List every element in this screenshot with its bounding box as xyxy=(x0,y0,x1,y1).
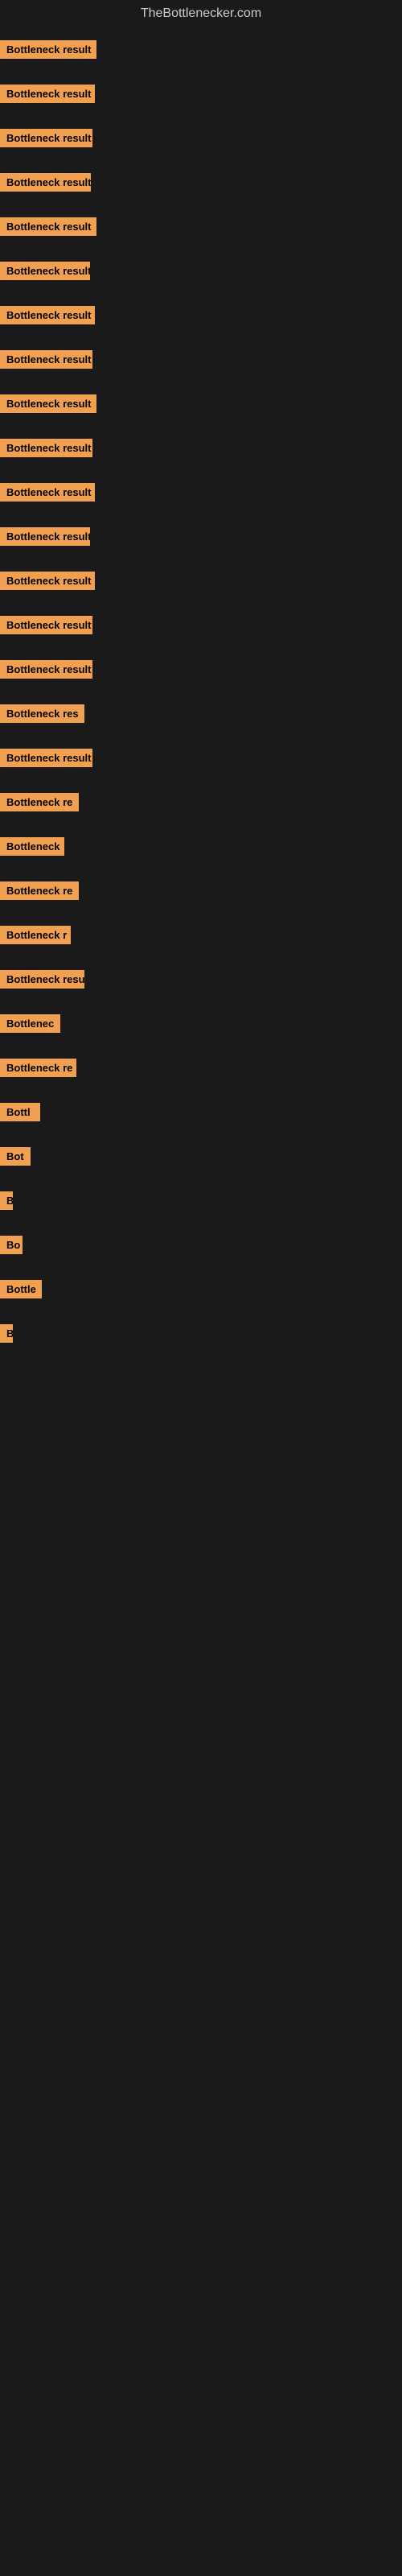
bottleneck-label: Bottleneck result xyxy=(0,660,92,679)
bar-row: Bot xyxy=(0,1134,402,1179)
bottleneck-label: Bottleneck result xyxy=(0,527,90,546)
bar-row: Bottleneck result xyxy=(0,736,402,780)
bottleneck-label: Bottleneck resu xyxy=(0,970,84,989)
bar-row: Bottle xyxy=(0,1267,402,1311)
bar-row: Bottleneck re xyxy=(0,869,402,913)
bar-row: Bottleneck r xyxy=(0,913,402,957)
bottleneck-bar: Bottleneck r xyxy=(0,918,402,952)
bar-row: Bottleneck result xyxy=(0,470,402,514)
bar-row: Bottleneck xyxy=(0,824,402,869)
bottleneck-bar: Bottleneck result xyxy=(0,475,402,510)
bottleneck-bar: Bottleneck result xyxy=(0,32,402,67)
bar-row: Bo xyxy=(0,1223,402,1267)
bottleneck-bar: B xyxy=(0,1316,402,1351)
bar-row: B xyxy=(0,1179,402,1223)
bottleneck-bar: Bottleneck result xyxy=(0,386,402,421)
bar-row: Bottleneck re xyxy=(0,1046,402,1090)
bottleneck-bar: Bo xyxy=(0,1228,402,1262)
bar-row: Bottleneck result xyxy=(0,27,402,72)
bar-row: Bottleneck result xyxy=(0,249,402,293)
bar-row: Bottl xyxy=(0,1090,402,1134)
bar-row: Bottleneck result xyxy=(0,559,402,603)
bar-row: B xyxy=(0,1311,402,1356)
bottleneck-label: Bottleneck result xyxy=(0,173,91,192)
bottleneck-label: Bottleneck result xyxy=(0,129,92,147)
bottleneck-bar: Bottleneck re xyxy=(0,1051,402,1085)
bottleneck-bar: Bottl xyxy=(0,1095,402,1129)
bottleneck-label: Bottleneck result xyxy=(0,217,96,236)
bottleneck-bar: Bottleneck result xyxy=(0,298,402,332)
bottleneck-label: Bottleneck result xyxy=(0,616,92,634)
bottleneck-bar: Bottleneck result xyxy=(0,165,402,200)
bottleneck-label: Bottleneck result xyxy=(0,439,92,457)
bottleneck-label: Bottle xyxy=(0,1280,42,1298)
bottleneck-label: Bottleneck result xyxy=(0,85,95,103)
site-title: TheBottlenecker.com xyxy=(0,0,402,27)
bottleneck-bar: Bottleneck result xyxy=(0,608,402,642)
bar-row: Bottleneck result xyxy=(0,603,402,647)
bottleneck-label: Bottleneck result xyxy=(0,483,95,502)
bar-row: Bottleneck re xyxy=(0,780,402,824)
bottleneck-bar: Bottle xyxy=(0,1272,402,1307)
bottleneck-label: Bottleneck result xyxy=(0,306,95,324)
bar-row: Bottleneck result xyxy=(0,204,402,249)
bottleneck-label: Bottl xyxy=(0,1103,40,1121)
bar-row: Bottleneck resu xyxy=(0,957,402,1001)
bottleneck-bar: Bottleneck re xyxy=(0,873,402,908)
bar-row: Bottleneck result xyxy=(0,116,402,160)
bottleneck-label: Bottleneck re xyxy=(0,881,79,900)
bottleneck-label: Bottleneck r xyxy=(0,926,71,944)
bottleneck-bar: B xyxy=(0,1183,402,1218)
bottleneck-label: Bottleneck result xyxy=(0,40,96,59)
bottleneck-bar: Bottleneck result xyxy=(0,519,402,554)
bar-row: Bottleneck res xyxy=(0,691,402,736)
bottleneck-bar: Bot xyxy=(0,1139,402,1174)
bottleneck-bar: Bottleneck result xyxy=(0,342,402,377)
bottleneck-bar: Bottleneck res xyxy=(0,696,402,731)
bar-row: Bottlenec xyxy=(0,1001,402,1046)
bottleneck-bar: Bottleneck result xyxy=(0,431,402,465)
bottleneck-label: Bottleneck result xyxy=(0,572,95,590)
bottleneck-label: Bottleneck result xyxy=(0,262,90,280)
bottleneck-label: Bot xyxy=(0,1147,31,1166)
bar-row: Bottleneck result xyxy=(0,160,402,204)
bar-row: Bottleneck result xyxy=(0,72,402,116)
bar-row: Bottleneck result xyxy=(0,647,402,691)
bottleneck-label: Bottleneck result xyxy=(0,749,92,767)
bottleneck-label: Bottleneck result xyxy=(0,350,92,369)
bottleneck-label: Bottleneck re xyxy=(0,1059,76,1077)
bottleneck-label: Bottleneck res xyxy=(0,704,84,723)
bottleneck-bar: Bottleneck result xyxy=(0,254,402,288)
bars-container: Bottleneck result Bottleneck result Bottle… xyxy=(0,27,402,1356)
bottleneck-bar: Bottleneck result xyxy=(0,209,402,244)
bottleneck-bar: Bottleneck result xyxy=(0,741,402,775)
bar-row: Bottleneck result xyxy=(0,382,402,426)
bottleneck-bar: Bottleneck re xyxy=(0,785,402,819)
bottleneck-bar: Bottleneck result xyxy=(0,76,402,111)
bottleneck-bar: Bottleneck resu xyxy=(0,962,402,997)
bar-row: Bottleneck result xyxy=(0,426,402,470)
bottleneck-label: Bottleneck xyxy=(0,837,64,856)
bottleneck-label: B xyxy=(0,1191,13,1210)
bottleneck-label: Bo xyxy=(0,1236,23,1254)
bar-row: Bottleneck result xyxy=(0,514,402,559)
bottleneck-label: Bottleneck result xyxy=(0,394,96,413)
bottleneck-bar: Bottleneck result xyxy=(0,121,402,155)
bottleneck-label: Bottlenec xyxy=(0,1014,60,1033)
bottleneck-bar: Bottleneck result xyxy=(0,652,402,687)
bottleneck-bar: Bottleneck xyxy=(0,829,402,864)
bottleneck-bar: Bottleneck result xyxy=(0,564,402,598)
bar-row: Bottleneck result xyxy=(0,337,402,382)
bottleneck-bar: Bottlenec xyxy=(0,1006,402,1041)
bottleneck-label: B xyxy=(0,1324,13,1343)
bottleneck-label: Bottleneck re xyxy=(0,793,79,811)
bar-row: Bottleneck result xyxy=(0,293,402,337)
